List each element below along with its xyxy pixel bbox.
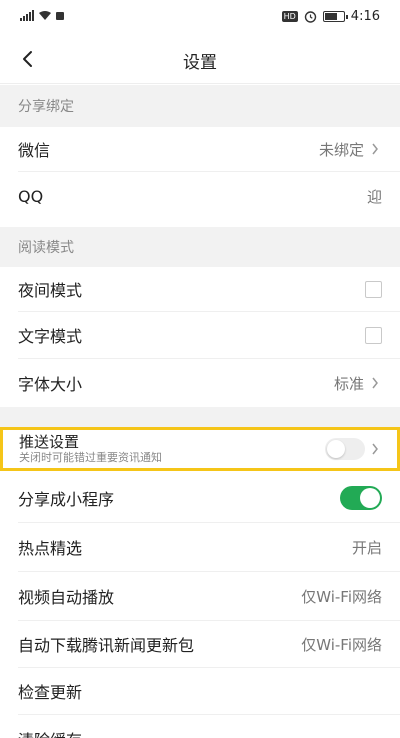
hot-pick-label: 热点精选 (18, 539, 83, 558)
section-title: 阅读模式 (18, 240, 74, 256)
status-bar: HD 4:16 (0, 0, 400, 34)
section-spacer (0, 407, 400, 427)
text-mode-label: 文字模式 (18, 327, 83, 346)
hd-badge: HD (281, 11, 298, 22)
qq-binding-row[interactable]: QQ 迎 (0, 172, 400, 220)
nav-bar: 设置 (0, 34, 400, 84)
share-mini-program-row[interactable]: 分享成小程序 (0, 474, 400, 522)
notification-icon (56, 11, 64, 20)
wechat-binding-row[interactable]: 微信 未绑定 (0, 127, 400, 171)
push-settings-hint: 关闭时可能错过重要资讯通知 (19, 451, 162, 464)
toggle-knob (327, 440, 345, 458)
toggle-knob (360, 488, 380, 508)
text-mode-row[interactable]: 文字模式 (0, 312, 400, 358)
video-autoplay-row[interactable]: 视频自动播放 仅Wi-Fi网络 (0, 572, 400, 620)
clear-cache-row[interactable]: 清除缓存 (0, 715, 400, 738)
wifi-icon (39, 11, 51, 20)
hot-pick-row[interactable]: 热点精选 开启 (0, 523, 400, 571)
video-autoplay-value: 仅Wi-Fi网络 (301, 587, 382, 606)
page-title: 设置 (183, 53, 217, 73)
qq-value: 迎 (366, 187, 382, 206)
chevron-right-icon (368, 376, 382, 390)
section-header-share: 分享绑定 (0, 85, 400, 127)
video-autoplay-label: 视频自动播放 (18, 588, 115, 607)
auto-download-value: 仅Wi-Fi网络 (301, 635, 382, 654)
night-mode-label: 夜间模式 (18, 281, 83, 300)
font-size-row[interactable]: 字体大小 标准 (0, 359, 400, 407)
check-update-row[interactable]: 检查更新 (0, 668, 400, 714)
check-update-label: 检查更新 (18, 683, 83, 702)
alarm-icon (304, 11, 316, 23)
share-mini-program-toggle[interactable] (340, 486, 382, 510)
push-toggle[interactable] (325, 438, 365, 460)
section-header-reading: 阅读模式 (0, 227, 400, 267)
auto-download-row[interactable]: 自动下载腾讯新闻更新包 仅Wi-Fi网络 (0, 621, 400, 667)
push-settings-label: 推送设置 (19, 433, 80, 451)
wechat-label: 微信 (18, 141, 51, 160)
font-size-value: 标准 (333, 374, 364, 393)
qq-label: QQ (18, 186, 44, 206)
push-settings-row[interactable]: 推送设置 关闭时可能错过重要资讯通知 (0, 427, 400, 471)
night-mode-row[interactable]: 夜间模式 (0, 267, 400, 311)
chevron-right-icon (371, 440, 381, 459)
clear-cache-label: 清除缓存 (18, 727, 382, 738)
text-mode-checkbox[interactable] (365, 326, 382, 344)
status-left (20, 10, 64, 21)
share-mini-program-label: 分享成小程序 (18, 490, 115, 509)
auto-download-label: 自动下载腾讯新闻更新包 (18, 636, 195, 655)
section-title: 分享绑定 (18, 99, 74, 115)
status-time: 4:16 (350, 9, 380, 24)
battery-icon (322, 11, 348, 22)
signal-icon (20, 10, 34, 21)
chevron-right-icon (368, 142, 382, 156)
wechat-value: 未绑定 (318, 140, 364, 159)
push-settings-texts: 推送设置 关闭时可能错过重要资讯通知 (19, 433, 325, 465)
hot-pick-value: 开启 (351, 538, 382, 557)
font-size-label: 字体大小 (18, 375, 83, 394)
night-mode-checkbox[interactable] (365, 280, 382, 298)
status-right: HD 4:16 (281, 9, 380, 24)
